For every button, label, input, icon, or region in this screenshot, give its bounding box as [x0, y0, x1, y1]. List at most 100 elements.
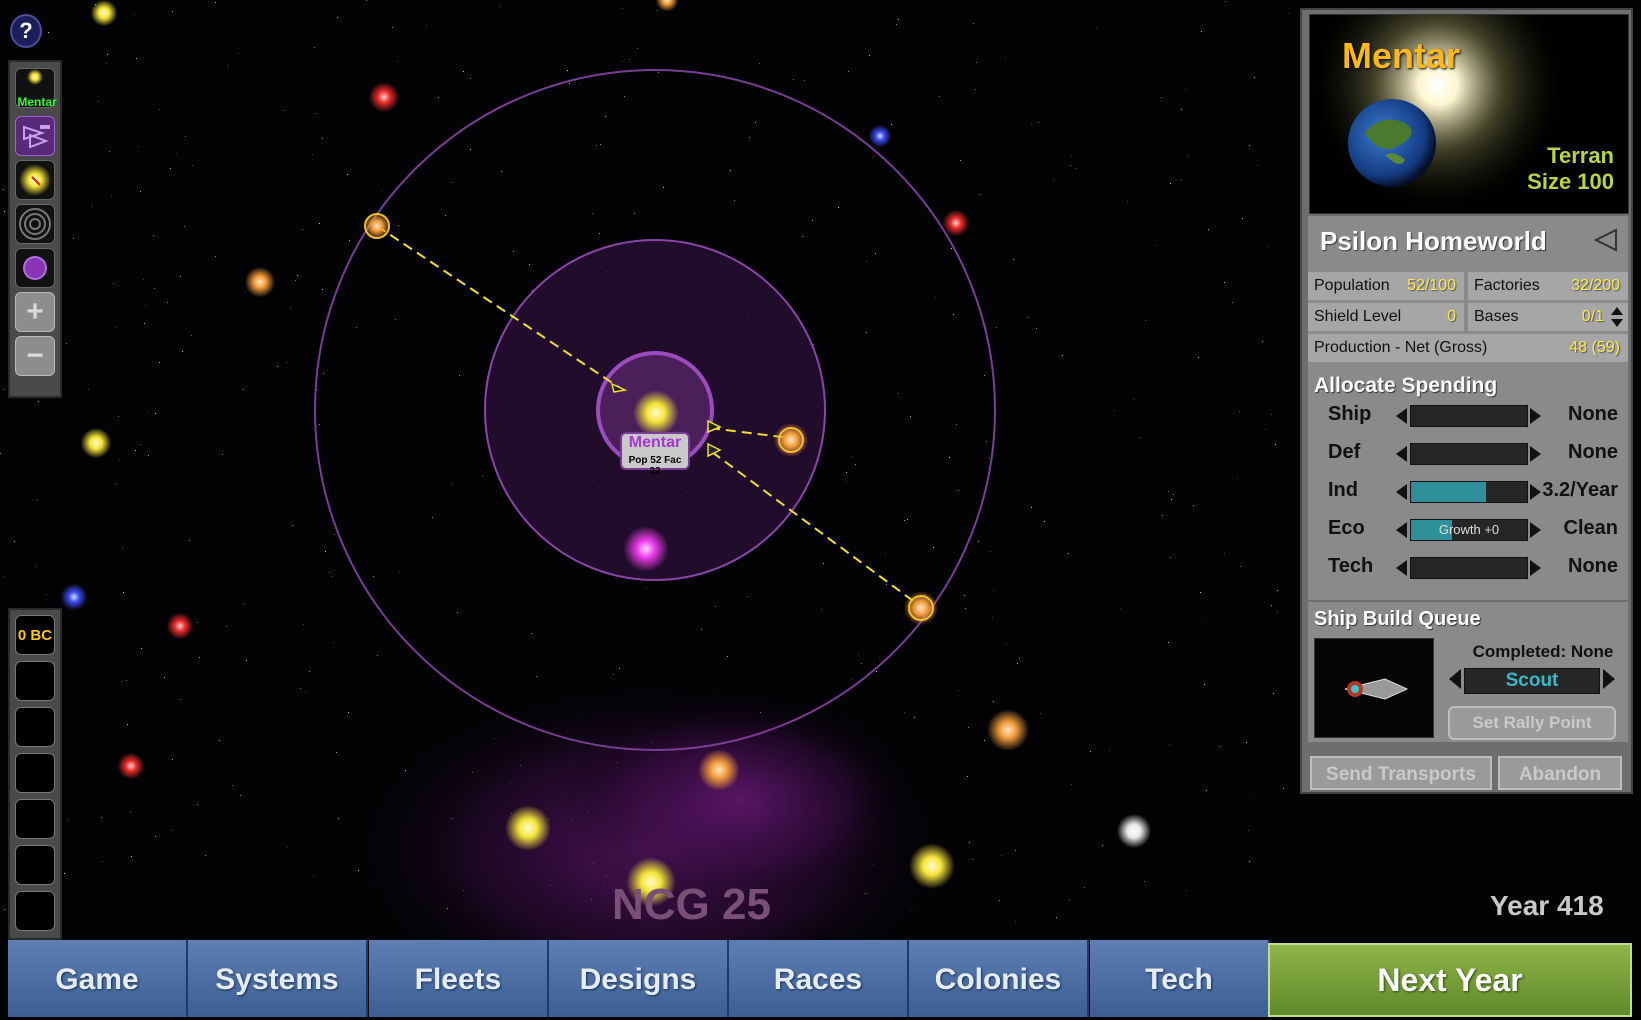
increase-arrow[interactable] [1530, 522, 1541, 538]
system-mini-button[interactable]: Mentar [15, 68, 57, 109]
system-panel: Mentar Terran Size 100 Psilon Homeworld … [1300, 8, 1633, 794]
star-system[interactable] [363, 212, 391, 240]
planet-name: Mentar [1342, 35, 1461, 76]
range-rings-button[interactable] [15, 204, 55, 244]
star-system[interactable] [80, 427, 112, 459]
star-name: Mentar [628, 434, 682, 451]
production-value: 48 (59) [1569, 339, 1620, 356]
star-system[interactable] [166, 612, 194, 640]
empty-slot[interactable] [15, 753, 55, 793]
help-button[interactable]: ? [10, 14, 42, 48]
star-system[interactable] [117, 752, 145, 780]
flag-icon[interactable] [1592, 228, 1618, 254]
increase-arrow[interactable] [1530, 408, 1541, 424]
allocate-title: Allocate Spending [1314, 374, 1498, 397]
spending-slider[interactable] [1410, 443, 1528, 465]
spending-value: None [1568, 555, 1618, 577]
star-system[interactable] [60, 583, 88, 611]
spending-value: None [1568, 441, 1618, 463]
spending-label: Eco [1328, 517, 1365, 539]
increase-arrow[interactable] [1530, 560, 1541, 576]
build-queue-section: Ship Build Queue Completed: None Scout S… [1308, 602, 1628, 742]
design-next-arrow[interactable] [1602, 668, 1616, 690]
spending-value: Clean [1563, 517, 1618, 539]
tab-designs[interactable]: Designs [549, 940, 729, 1017]
spending-row-ship: Ship None [1314, 398, 1628, 432]
main-menu-bar: Game Systems Fleets Designs Races Colonies Tec… [8, 940, 1270, 1017]
empty-slot[interactable] [15, 707, 55, 747]
spending-slider[interactable] [1410, 481, 1528, 503]
homeworld-title: Psilon Homeworld [1320, 226, 1547, 256]
factories-row: Factories 32/200 [1468, 272, 1628, 300]
zoom-out-button[interactable]: − [15, 336, 55, 376]
spending-slider[interactable] [1410, 405, 1528, 427]
empty-slot[interactable] [15, 799, 55, 839]
star-system[interactable] [505, 805, 551, 851]
planet-view: Mentar Terran Size 100 [1309, 14, 1629, 214]
selected-star-label[interactable]: Mentar Pop 52 Fac 32 [620, 432, 690, 477]
empty-slot[interactable] [15, 845, 55, 885]
decrease-arrow[interactable] [1396, 522, 1407, 538]
tab-game[interactable]: Game [8, 940, 188, 1017]
ship-preview[interactable] [1314, 638, 1434, 738]
star-system[interactable] [698, 749, 740, 791]
decrease-arrow[interactable] [1396, 560, 1407, 576]
spending-row-eco: Eco Growth +0 Clean [1314, 512, 1628, 546]
spending-row-tech: Tech None [1314, 550, 1628, 584]
planet-type: Terran [1547, 143, 1614, 168]
star-system[interactable] [987, 709, 1029, 751]
shield-label: Shield Level [1314, 308, 1402, 325]
decrease-arrow[interactable] [1396, 446, 1407, 462]
star-system[interactable] [1116, 813, 1152, 849]
empty-slot[interactable] [15, 891, 55, 931]
production-label: Production - Net (Gross) [1314, 339, 1488, 356]
fleet-icon [23, 125, 50, 149]
colony-section: Psilon Homeworld Population 52/100 Facto… [1308, 216, 1628, 600]
next-year-button[interactable]: Next Year [1268, 943, 1632, 1017]
abandon-button[interactable]: Abandon [1498, 756, 1622, 790]
shield-row: Shield Level 0 [1308, 303, 1464, 331]
zoom-in-button[interactable]: + [15, 292, 55, 332]
build-queue-title: Ship Build Queue [1314, 608, 1481, 630]
decrease-arrow[interactable] [1396, 408, 1407, 424]
spending-slider[interactable]: Growth +0 [1410, 519, 1528, 541]
spending-value: None [1568, 403, 1618, 425]
design-prev-arrow[interactable] [1448, 668, 1462, 690]
empty-slot[interactable] [15, 661, 55, 701]
decrease-arrow[interactable] [1396, 484, 1407, 500]
production-row: Production - Net (Gross) 48 (59) [1308, 334, 1628, 362]
star-system[interactable] [942, 209, 970, 237]
empire-button[interactable] [15, 248, 55, 288]
star-system[interactable] [368, 81, 400, 113]
star-system[interactable] [244, 266, 276, 298]
star-system[interactable] [90, 0, 118, 27]
factories-value: 32/200 [1571, 277, 1620, 294]
fleet-toggle-button[interactable] [15, 116, 55, 156]
set-rally-point-button[interactable]: Set Rally Point [1448, 706, 1616, 740]
star-icon [27, 69, 43, 85]
treasury-bar: 0 BC [8, 608, 62, 940]
star-system[interactable] [633, 390, 679, 436]
star-system[interactable] [909, 843, 955, 889]
tab-races[interactable]: Races [729, 940, 909, 1017]
population-value: 52/100 [1407, 277, 1456, 294]
slider-text: Growth +0 [1438, 522, 1500, 537]
increase-arrow[interactable] [1530, 446, 1541, 462]
spending-label: Def [1328, 441, 1361, 463]
tab-fleets[interactable]: Fleets [369, 940, 549, 1017]
tab-systems[interactable]: Systems [188, 940, 368, 1017]
star-system[interactable] [868, 124, 892, 148]
ship-design-select[interactable]: Scout [1464, 668, 1600, 694]
tab-colonies[interactable]: Colonies [909, 940, 1089, 1017]
increase-arrow[interactable] [1530, 484, 1541, 500]
spending-row-def: Def None [1314, 436, 1628, 470]
star-system[interactable] [623, 526, 669, 572]
star-range-button[interactable] [15, 160, 55, 200]
map-toolbar: Mentar + − [8, 60, 62, 398]
spending-slider[interactable] [1410, 557, 1528, 579]
bases-stepper[interactable] [1610, 306, 1624, 328]
population-label: Population [1314, 277, 1390, 294]
tab-tech[interactable]: Tech [1090, 940, 1270, 1017]
star-stats: Pop 52 Fac 32 [628, 455, 682, 477]
send-transports-button[interactable]: Send Transports [1310, 756, 1492, 790]
